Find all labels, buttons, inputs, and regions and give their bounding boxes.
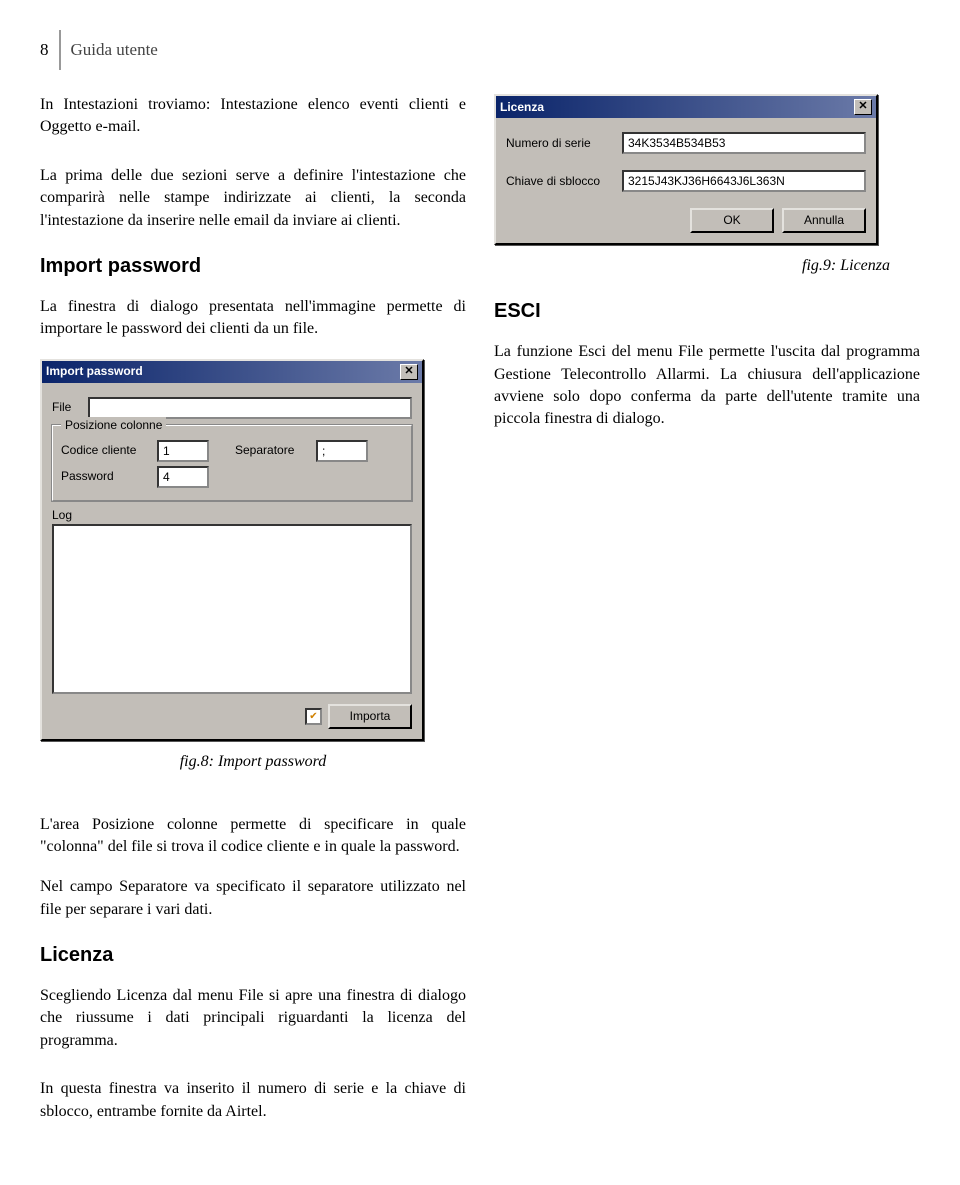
importa-button[interactable]: Importa bbox=[328, 704, 412, 729]
paragraph: In questa finestra va inserito il numero… bbox=[40, 1078, 466, 1123]
licenza-dialog: Licenza ✕ Numero di serie Chiave di sblo… bbox=[494, 94, 878, 245]
codice-cliente-input[interactable] bbox=[157, 440, 209, 462]
paragraph: La prima delle due sezioni serve a defin… bbox=[40, 165, 466, 232]
heading-import-password: Import password bbox=[40, 252, 466, 280]
page-header: 8 Guida utente bbox=[40, 30, 920, 70]
ok-button[interactable]: OK bbox=[690, 208, 774, 233]
codice-cliente-label: Codice cliente bbox=[61, 442, 151, 459]
numero-di-serie-input[interactable] bbox=[622, 132, 866, 154]
header-title: Guida utente bbox=[71, 40, 158, 60]
right-column: Licenza ✕ Numero di serie Chiave di sblo… bbox=[494, 94, 920, 1141]
paragraph: La finestra di dialogo presentata nell'i… bbox=[40, 296, 466, 341]
group-title: Posizione colonne bbox=[61, 417, 166, 434]
left-column: In Intestazioni troviamo: Intestazione e… bbox=[40, 94, 466, 1141]
figure-caption-8: fig.8: Import password bbox=[40, 751, 466, 773]
heading-licenza: Licenza bbox=[40, 941, 466, 969]
import-password-dialog: Import password ✕ File Posizione colonne… bbox=[40, 359, 424, 741]
chiave-di-sblocco-input[interactable] bbox=[622, 170, 866, 192]
import-checkbox[interactable]: ✔ bbox=[305, 708, 322, 725]
file-label: File bbox=[52, 399, 82, 416]
log-label: Log bbox=[52, 507, 412, 524]
paragraph: Scegliendo Licenza dal menu File si apre… bbox=[40, 985, 466, 1052]
paragraph: La funzione Esci del menu File permette … bbox=[494, 341, 920, 431]
paragraph: In Intestazioni troviamo: Intestazione e… bbox=[40, 94, 466, 139]
password-label: Password bbox=[61, 468, 151, 485]
page-number: 8 bbox=[40, 40, 59, 60]
header-divider bbox=[59, 30, 61, 70]
posizione-colonne-group: Posizione colonne Codice cliente Separat… bbox=[52, 425, 412, 501]
separatore-label: Separatore bbox=[235, 442, 310, 459]
chiave-di-sblocco-label: Chiave di sblocco bbox=[506, 173, 616, 190]
numero-di-serie-label: Numero di serie bbox=[506, 135, 616, 152]
log-textarea[interactable] bbox=[52, 524, 412, 694]
close-icon[interactable]: ✕ bbox=[400, 364, 418, 380]
dialog-titlebar: Licenza ✕ bbox=[496, 96, 876, 118]
heading-esci: ESCI bbox=[494, 297, 920, 325]
annulla-button[interactable]: Annulla bbox=[782, 208, 866, 233]
paragraph: Nel campo Separatore va specificato il s… bbox=[40, 876, 466, 921]
separatore-input[interactable] bbox=[316, 440, 368, 462]
file-input[interactable] bbox=[88, 397, 412, 419]
close-icon[interactable]: ✕ bbox=[854, 99, 872, 115]
paragraph: L'area Posizione colonne permette di spe… bbox=[40, 814, 466, 859]
dialog-title: Licenza bbox=[500, 99, 544, 116]
figure-caption-9: fig.9: Licenza bbox=[494, 255, 890, 277]
dialog-titlebar: Import password ✕ bbox=[42, 361, 422, 383]
dialog-title: Import password bbox=[46, 363, 143, 380]
password-input[interactable] bbox=[157, 466, 209, 488]
